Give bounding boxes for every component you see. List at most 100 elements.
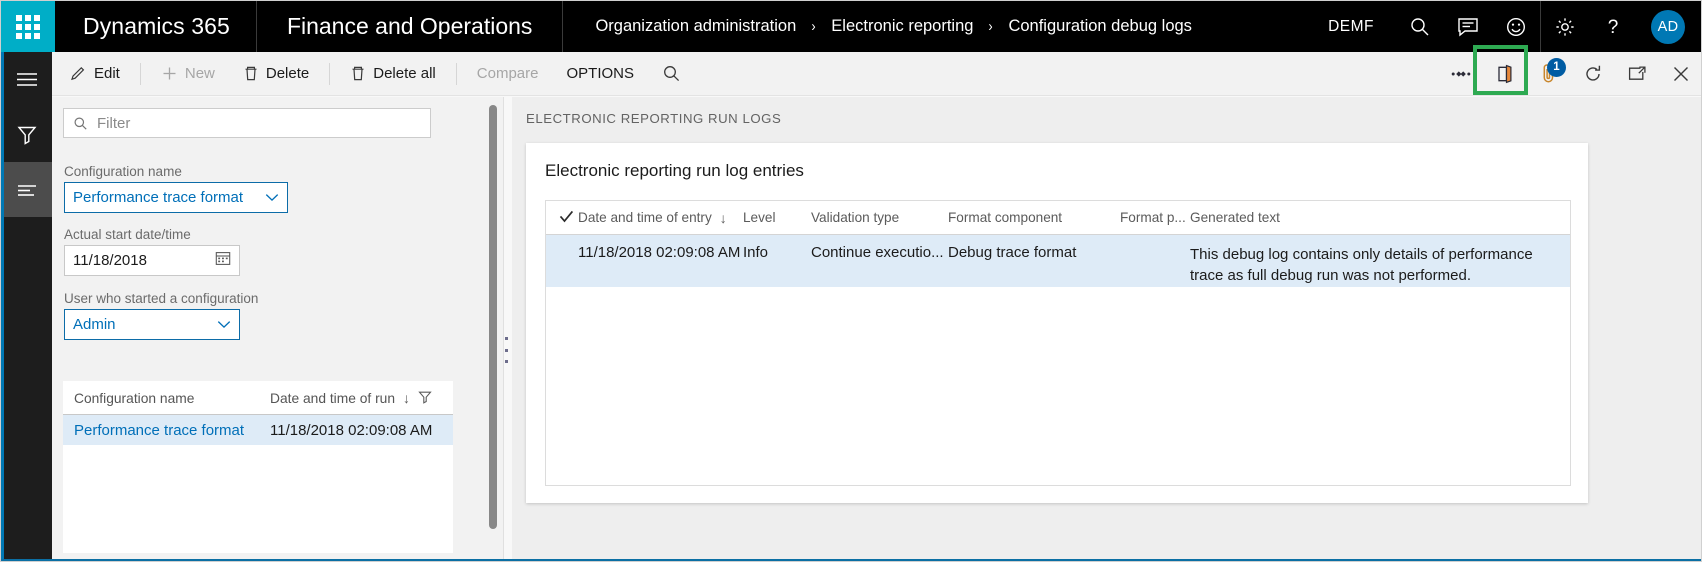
attachment-paperclip-icon[interactable]: 1	[1527, 52, 1571, 96]
delete-all-button[interactable]: Delete all	[336, 52, 450, 96]
configuration-runs-grid: Configuration name Date and time of run …	[63, 381, 453, 553]
search-icon[interactable]	[1396, 1, 1444, 52]
relationships-icon[interactable]	[1439, 52, 1483, 96]
action-pane-right-icons: 1	[1439, 52, 1701, 96]
breadcrumb-item-configuration-debug-logs[interactable]: Configuration debug logs	[1006, 17, 1193, 36]
message-icon[interactable]	[1444, 1, 1492, 52]
edit-button-label: Edit	[94, 65, 120, 82]
new-button[interactable]: New	[147, 52, 229, 96]
refresh-icon[interactable]	[1571, 52, 1615, 96]
cell-validation-type: Continue executio...	[811, 244, 944, 261]
filter-input-placeholder: Filter	[97, 114, 131, 132]
filter-funnel-icon[interactable]	[418, 390, 432, 407]
column-header-configuration-name[interactable]: Configuration name	[74, 391, 270, 406]
top-bar-actions: DEMF ? AD	[1306, 1, 1701, 52]
configuration-name-label: Configuration name	[64, 164, 182, 179]
toolbar-search-icon[interactable]	[648, 52, 695, 96]
card-title: Electronic reporting run log entries	[545, 161, 804, 180]
user-who-started-label: User who started a configuration	[64, 291, 259, 306]
column-header-format-component[interactable]: Format component	[948, 210, 1120, 225]
cell-date-and-time-of-run: 11/18/2018 02:09:08 AM	[270, 421, 433, 439]
table-row[interactable]: 11/18/2018 02:09:08 AM Info Continue exe…	[546, 235, 1570, 287]
column-header-date-and-time-of-run[interactable]: Date and time of run ↓	[270, 390, 432, 407]
select-all-checkmark-icon[interactable]	[546, 210, 578, 226]
breadcrumb-item-organization-administration[interactable]: Organization administration	[593, 17, 798, 36]
options-tab-label: OPTIONS	[566, 65, 634, 82]
column-header-level[interactable]: Level	[743, 210, 811, 225]
actual-start-datetime-label: Actual start date/time	[64, 227, 191, 242]
calendar-icon[interactable]	[215, 250, 231, 271]
waffle-grid-icon	[16, 14, 40, 39]
actual-start-datetime-value: 11/18/2018	[73, 252, 147, 269]
app-launcher-button[interactable]	[1, 1, 55, 52]
chevron-down-icon	[265, 189, 279, 207]
office-export-icon[interactable]	[1483, 52, 1527, 96]
column-header-date-and-time-of-run-label: Date and time of run	[270, 390, 396, 406]
help-question-icon[interactable]: ?	[1589, 1, 1637, 52]
sort-descending-icon: ↓	[719, 209, 727, 226]
configuration-name-value: Performance trace format	[73, 189, 244, 206]
feedback-smiley-icon[interactable]	[1492, 1, 1540, 52]
cell-configuration-name[interactable]: Performance trace format	[74, 422, 270, 439]
cell-format-component: Debug trace format	[948, 244, 1077, 261]
new-button-label: New	[184, 65, 215, 82]
breadcrumb-separator-icon: ›	[988, 18, 994, 35]
pane-splitter-handle[interactable]	[501, 337, 511, 363]
action-pane-toolbar: Edit New Delete Delete all Compare OPTIO…	[52, 52, 1701, 96]
edit-button[interactable]: Edit	[56, 52, 134, 96]
list-lines-icon[interactable]	[1, 162, 52, 217]
breadcrumb: Organization administration › Electronic…	[563, 17, 1193, 36]
delete-all-button-label: Delete all	[373, 65, 436, 82]
run-log-entries-card: Electronic reporting run log entries Dat…	[526, 143, 1588, 503]
options-tab[interactable]: OPTIONS	[552, 52, 648, 96]
column-header-date-and-time-of-entry-label: Date and time of entry	[578, 210, 712, 225]
user-who-started-select[interactable]: Admin	[64, 309, 240, 340]
compare-button-label: Compare	[476, 65, 539, 82]
grid-header-row: Configuration name Date and time of run …	[63, 382, 453, 415]
cell-generated-text: This debug log contains only details of …	[1190, 246, 1533, 285]
table-row[interactable]: Performance trace format 11/18/2018 02:0…	[63, 415, 453, 445]
sort-descending-icon: ↓	[403, 390, 411, 406]
application-window: Dynamics 365 Finance and Operations Orga…	[0, 0, 1702, 562]
breadcrumb-separator-icon: ›	[811, 18, 816, 35]
cell-level: Info	[743, 244, 769, 261]
breadcrumb-item-electronic-reporting[interactable]: Electronic reporting	[829, 17, 975, 36]
top-navigation-bar: Dynamics 365 Finance and Operations Orga…	[1, 1, 1701, 52]
delete-button-label: Delete	[265, 65, 310, 82]
settings-gear-icon[interactable]	[1541, 1, 1589, 52]
chevron-down-icon	[217, 316, 231, 334]
brand-title: Dynamics 365	[83, 13, 230, 39]
delete-button[interactable]: Delete	[229, 52, 323, 96]
column-header-format-path[interactable]: Format p...	[1120, 210, 1190, 225]
configuration-name-select[interactable]: Performance trace format	[64, 182, 288, 213]
popout-window-icon[interactable]	[1615, 52, 1659, 96]
close-icon[interactable]	[1659, 52, 1701, 96]
actual-start-datetime-input[interactable]: 11/18/2018	[64, 245, 240, 276]
svg-text:?: ?	[1608, 17, 1619, 38]
cell-date-and-time-of-entry: 11/18/2018 02:09:08 AM	[578, 244, 741, 261]
filter-input[interactable]: Filter	[63, 108, 431, 138]
divider	[329, 62, 331, 85]
divider	[139, 62, 141, 85]
main-content: ELECTRONIC REPORTING RUN LOGS Electronic…	[512, 97, 1701, 561]
status-accent-bar	[1, 559, 1701, 561]
avatar[interactable]: AD	[1651, 9, 1685, 44]
compare-button[interactable]: Compare	[463, 52, 553, 96]
user-who-started-value: Admin	[73, 316, 116, 333]
column-header-generated-text[interactable]: Generated text	[1190, 208, 1570, 227]
filter-pane-scrollbar-thumb[interactable]	[489, 105, 497, 529]
column-header-validation-type[interactable]: Validation type	[811, 210, 948, 225]
rail-accent-bar	[1, 52, 4, 561]
page-title: ELECTRONIC REPORTING RUN LOGS	[526, 111, 782, 126]
divider	[455, 62, 457, 85]
left-navigation-rail	[1, 52, 52, 561]
navigation-menu-icon[interactable]	[1, 52, 52, 107]
module-title[interactable]: Finance and Operations	[257, 13, 563, 40]
company-selector[interactable]: DEMF	[1306, 18, 1396, 36]
grid-header-row: Date and time of entry ↓ Level Validatio…	[546, 201, 1570, 235]
column-header-date-and-time-of-entry[interactable]: Date and time of entry ↓	[578, 210, 743, 226]
search-icon	[74, 117, 87, 130]
attachment-count-badge: 1	[1547, 57, 1566, 77]
filter-funnel-icon[interactable]	[1, 107, 52, 162]
run-log-entries-grid: Date and time of entry ↓ Level Validatio…	[545, 200, 1571, 486]
